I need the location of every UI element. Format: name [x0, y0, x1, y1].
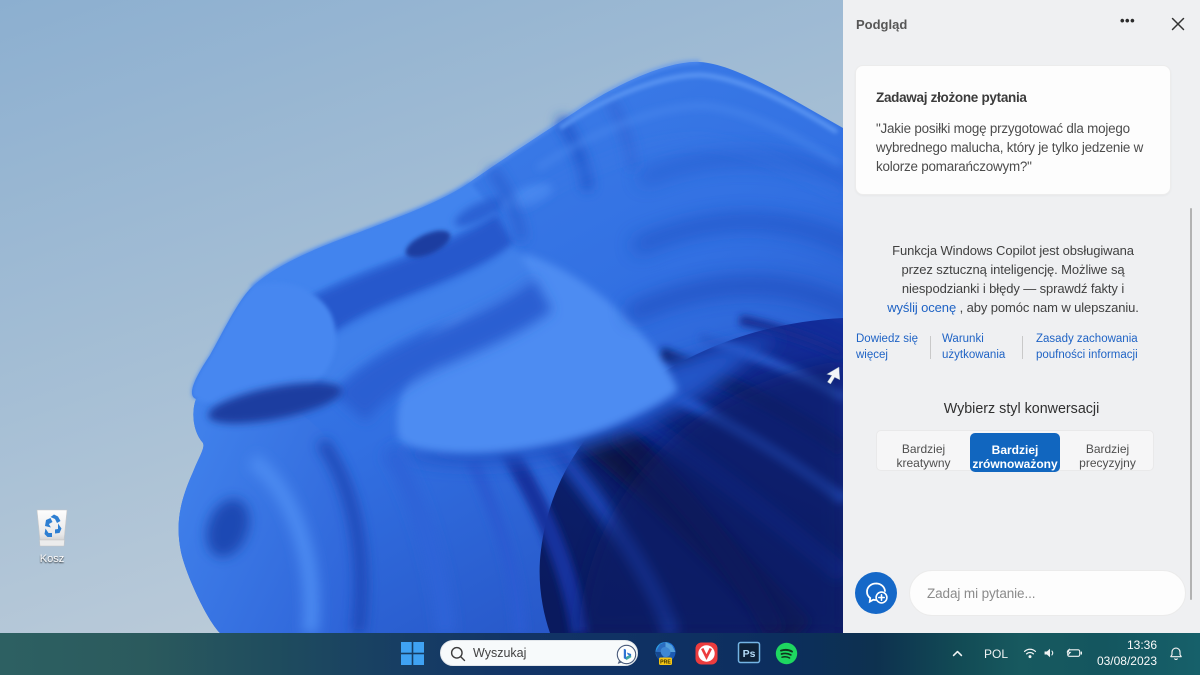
svg-text:Ps: Ps — [743, 648, 756, 660]
svg-text:PRE: PRE — [660, 660, 671, 666]
